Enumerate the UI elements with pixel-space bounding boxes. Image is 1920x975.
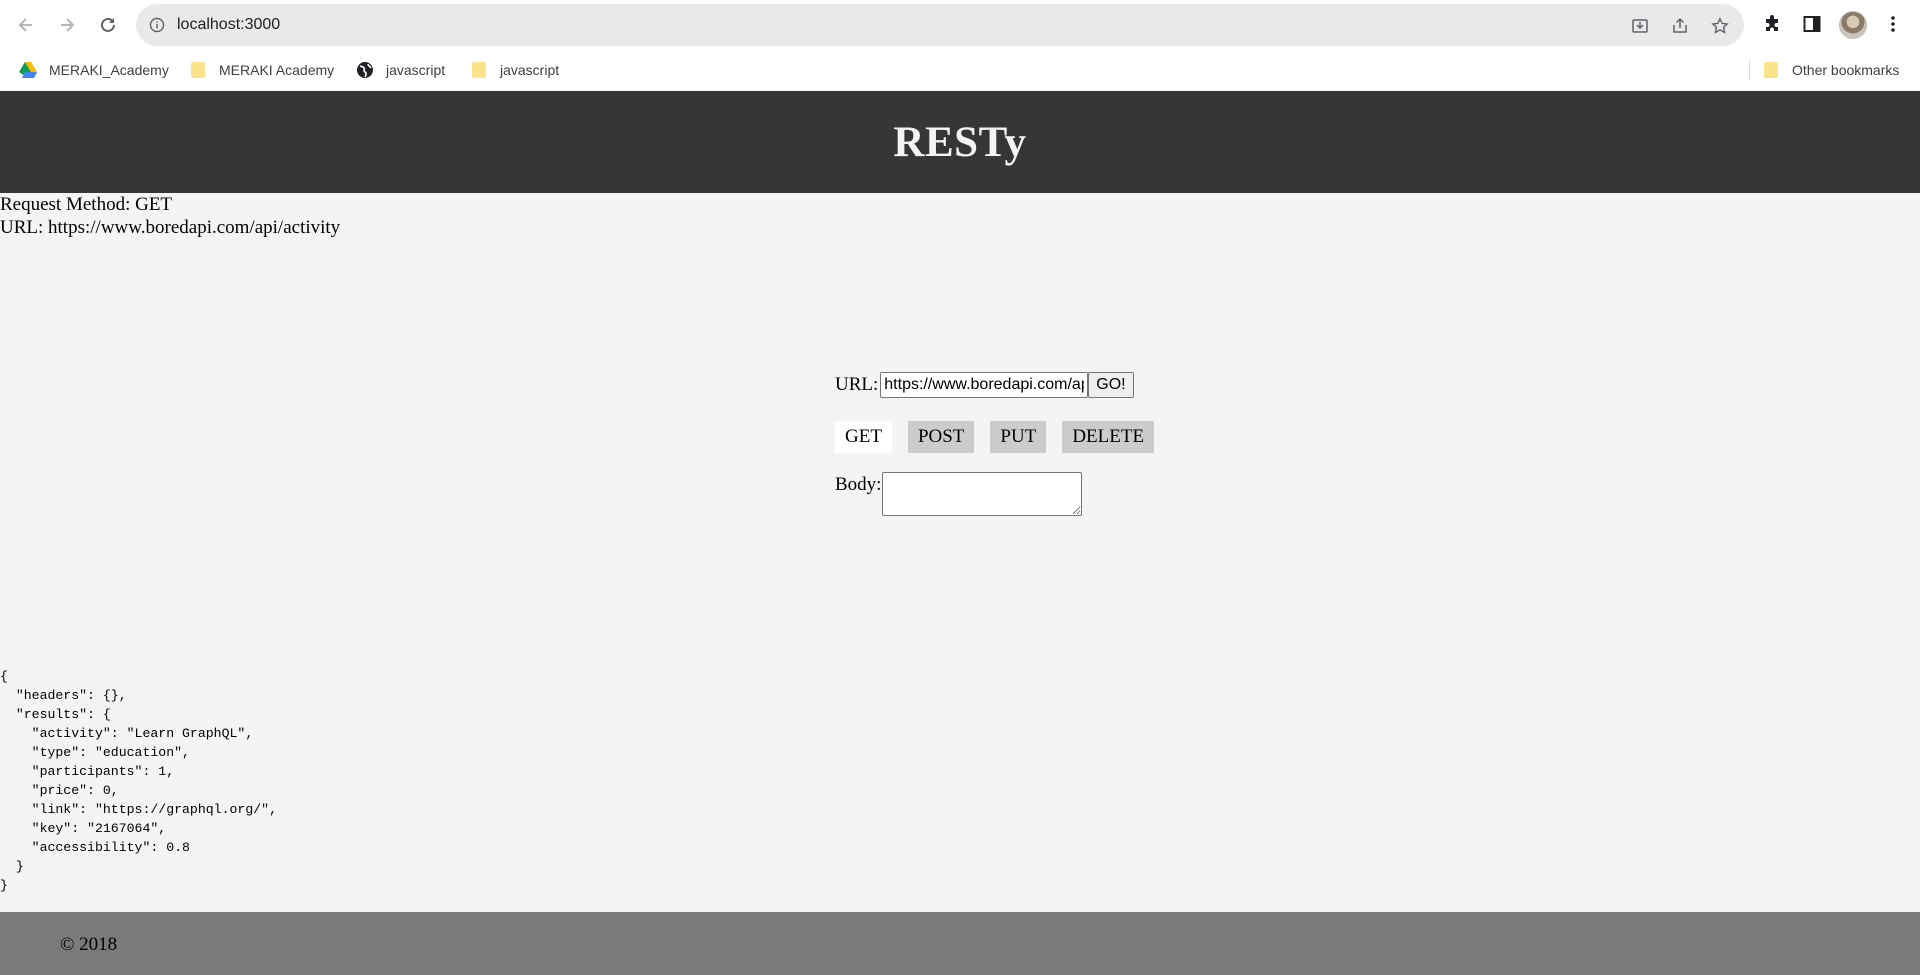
request-method-text: Request Method: GET bbox=[0, 194, 173, 215]
bookmark-item[interactable]: MERAKI Academy bbox=[189, 50, 334, 90]
address-bar[interactable]: localhost:3000 bbox=[136, 4, 1744, 46]
address-text[interactable]: localhost:3000 bbox=[177, 4, 280, 46]
method-put-button[interactable]: PUT bbox=[990, 421, 1047, 453]
reload-icon[interactable] bbox=[96, 13, 120, 37]
bookmarks-divider bbox=[1749, 60, 1750, 80]
folder-icon bbox=[189, 61, 207, 79]
browser-toolbar: localhost:3000 bbox=[0, 0, 1920, 50]
google-drive-icon bbox=[19, 61, 37, 79]
bookmark-item[interactable]: MERAKI_Academy bbox=[19, 50, 169, 90]
body-textarea[interactable] bbox=[882, 472, 1083, 516]
bookmarks-bar: MERAKI_Academy MERAKI Academy javascript… bbox=[0, 50, 1920, 90]
response-json: { "headers": {}, "results": { "activity"… bbox=[0, 669, 277, 893]
side-panel-icon[interactable] bbox=[1800, 12, 1824, 36]
other-bookmarks-label: Other bookmarks bbox=[1792, 62, 1900, 78]
url-label: URL: bbox=[835, 374, 879, 395]
info-icon[interactable] bbox=[149, 17, 165, 33]
method-selector: GET POST PUT DELETE bbox=[835, 421, 1170, 453]
method-post-button[interactable]: POST bbox=[907, 421, 975, 453]
bookmark-item[interactable]: javascript bbox=[356, 50, 445, 90]
bookmark-item[interactable]: javascript bbox=[470, 50, 559, 90]
footer-copyright: © 2018 bbox=[60, 934, 118, 955]
profile-avatar[interactable] bbox=[1839, 11, 1867, 39]
request-summary: Request Method: GET URL: https://www.bor… bbox=[0, 193, 340, 239]
app-footer: © 2018 bbox=[0, 912, 1920, 975]
method-delete-button[interactable]: DELETE bbox=[1062, 421, 1155, 453]
url-input[interactable] bbox=[880, 372, 1089, 398]
install-icon[interactable] bbox=[1630, 16, 1650, 36]
method-get-button[interactable]: GET bbox=[835, 421, 892, 453]
url-row: URL: GO! bbox=[835, 370, 1134, 400]
share-icon[interactable] bbox=[1670, 16, 1690, 36]
more-menu-icon[interactable] bbox=[1881, 12, 1905, 36]
bookmark-label: MERAKI Academy bbox=[219, 62, 335, 78]
app-header: RESTy bbox=[0, 91, 1920, 193]
bookmark-label: MERAKI_Academy bbox=[49, 62, 169, 78]
folder-icon bbox=[1762, 61, 1780, 79]
folder-icon bbox=[470, 61, 488, 79]
globe-icon bbox=[356, 61, 374, 79]
other-bookmarks[interactable]: Other bookmarks bbox=[1762, 50, 1899, 90]
request-url-text: URL: https://www.boredapi.com/api/activi… bbox=[0, 217, 341, 238]
bookmark-star-icon[interactable] bbox=[1710, 16, 1730, 36]
go-button[interactable]: GO! bbox=[1088, 372, 1134, 398]
body-label: Body: bbox=[835, 474, 882, 495]
forward-icon[interactable] bbox=[55, 13, 79, 37]
app-title: RESTy bbox=[893, 118, 1027, 166]
bookmark-label: javascript bbox=[500, 62, 560, 78]
back-icon[interactable] bbox=[14, 13, 38, 37]
body-row: Body: bbox=[835, 472, 1083, 516]
extensions-icon[interactable] bbox=[1760, 12, 1784, 36]
bookmark-label: javascript bbox=[386, 62, 446, 78]
